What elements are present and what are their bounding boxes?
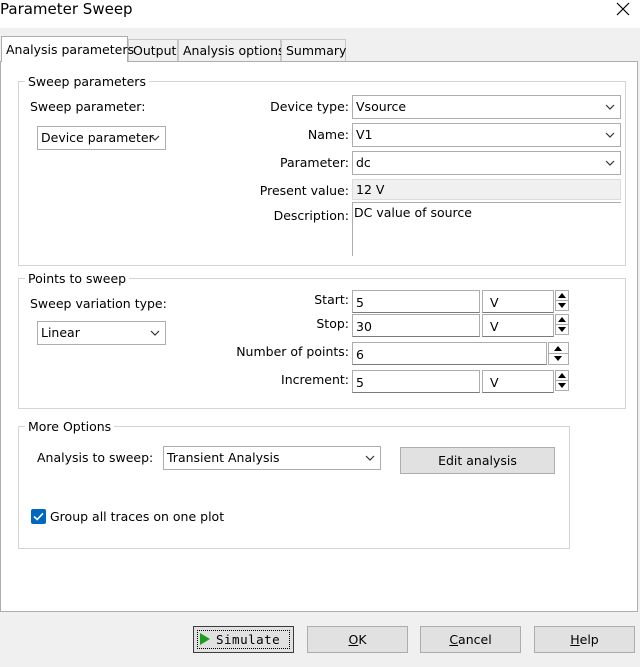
start-unit: V: [490, 295, 499, 310]
stop-value: 30: [356, 319, 372, 334]
sweep-parameter-label: Sweep parameter:: [30, 99, 146, 114]
name-value: V1: [356, 127, 373, 142]
start-input[interactable]: 5: [352, 290, 480, 313]
points-to-sweep-legend: Points to sweep: [28, 271, 127, 286]
arrow-down-icon: [558, 302, 566, 308]
cancel-button[interactable]: Cancel: [420, 626, 521, 653]
stop-label: Stop:: [316, 316, 349, 331]
tab-analysis-options[interactable]: Analysis options: [178, 39, 285, 61]
arrow-up-icon: [558, 373, 566, 378]
ok-label: K: [358, 632, 367, 647]
device-type-label: Device type:: [270, 99, 349, 114]
name-label: Name:: [307, 127, 349, 142]
analysis-to-sweep-label: Analysis to sweep:: [37, 450, 154, 465]
name-select[interactable]: V1: [352, 123, 621, 147]
increment-spinner[interactable]: [555, 370, 569, 391]
chevron-down-icon: [365, 455, 375, 461]
arrow-up-icon: [558, 293, 566, 298]
tab-panel: Sweep parameters Sweep parameter: Device…: [0, 61, 638, 612]
arrow-up-icon: [554, 346, 562, 351]
arrow-down-icon: [558, 326, 566, 332]
play-icon: [200, 633, 210, 645]
tab-output[interactable]: Output: [128, 39, 178, 61]
start-unit-field[interactable]: V: [482, 290, 554, 313]
analysis-to-sweep-value: Transient Analysis: [167, 450, 280, 465]
arrow-down-icon: [558, 382, 566, 388]
chevron-down-icon: [150, 330, 160, 336]
cancel-mnemonic: C: [449, 632, 459, 647]
spin-up-button[interactable]: [556, 315, 568, 325]
num-points-label: Number of points:: [236, 344, 349, 359]
increment-unit: V: [490, 375, 499, 390]
spin-up-button[interactable]: [556, 371, 568, 381]
num-points-spinner[interactable]: [548, 342, 569, 365]
more-options-legend: More Options: [28, 419, 112, 434]
start-value: 5: [356, 295, 364, 310]
sweep-variation-type-value: Linear: [41, 325, 80, 340]
stop-unit-field[interactable]: V: [482, 314, 554, 337]
num-points-input[interactable]: 6: [352, 342, 547, 365]
close-icon[interactable]: [614, 0, 632, 18]
chevron-down-icon: [605, 104, 615, 110]
spin-up-button[interactable]: [556, 291, 568, 301]
increment-label: Increment:: [281, 372, 349, 387]
simulate-button[interactable]: Simulate: [193, 626, 294, 653]
spin-up-button[interactable]: [549, 343, 568, 354]
sweep-parameters-legend: Sweep parameters: [28, 74, 146, 89]
checkmark-icon: [33, 512, 44, 521]
description-value: DC value of source: [354, 205, 472, 220]
description-label: Description:: [273, 208, 349, 223]
spin-down-button[interactable]: [549, 354, 568, 365]
present-value-label: Present value:: [259, 183, 349, 198]
chevron-down-icon: [605, 160, 615, 166]
sweep-parameter-select[interactable]: Device parameter: [37, 126, 166, 150]
cancel-label: ancel: [458, 632, 492, 647]
analysis-to-sweep-select[interactable]: Transient Analysis: [163, 446, 381, 470]
present-value: 12 V: [356, 182, 385, 197]
help-label: elp: [579, 632, 599, 647]
ok-button[interactable]: OK: [307, 626, 408, 653]
stop-spinner[interactable]: [555, 314, 569, 335]
description-field: DC value of source: [352, 202, 621, 256]
chevron-down-icon: [150, 135, 160, 141]
device-type-value: Vsource: [356, 99, 407, 114]
start-spinner[interactable]: [555, 290, 569, 311]
simulate-label: Simulate: [216, 632, 281, 647]
sweep-parameter-value: Device parameter: [41, 130, 154, 145]
parameter-value: dc: [356, 155, 371, 170]
stop-input[interactable]: 30: [352, 314, 480, 337]
help-mnemonic: H: [570, 632, 580, 647]
parameter-select[interactable]: dc: [352, 151, 621, 175]
parameter-label: Parameter:: [279, 155, 349, 170]
more-options-group: More Options: [18, 419, 570, 549]
start-label: Start:: [314, 292, 349, 307]
sweep-variation-type-label: Sweep variation type:: [30, 296, 167, 311]
increment-unit-field[interactable]: V: [482, 370, 554, 393]
spin-down-button[interactable]: [556, 301, 568, 311]
group-traces-checkbox[interactable]: [31, 509, 46, 524]
arrow-up-icon: [558, 317, 566, 322]
increment-value: 5: [356, 375, 364, 390]
spin-down-button[interactable]: [556, 381, 568, 391]
ok-mnemonic: O: [348, 632, 359, 647]
spin-down-button[interactable]: [556, 325, 568, 335]
tab-summary[interactable]: Summary: [281, 39, 346, 61]
help-button[interactable]: Help: [534, 626, 635, 653]
edit-analysis-button[interactable]: Edit analysis: [400, 447, 555, 474]
stop-unit: V: [490, 319, 499, 334]
window-title: Parameter Sweep: [0, 0, 133, 18]
sweep-variation-type-select[interactable]: Linear: [37, 321, 166, 345]
group-traces-label[interactable]: Group all traces on one plot: [50, 509, 224, 525]
device-type-select[interactable]: Vsource: [352, 95, 621, 119]
increment-input[interactable]: 5: [352, 370, 480, 393]
chevron-down-icon: [605, 132, 615, 138]
present-value-field: 12 V: [352, 179, 621, 200]
arrow-down-icon: [554, 355, 562, 361]
num-points-value: 6: [356, 347, 364, 362]
tab-analysis-parameters[interactable]: Analysis parameters: [1, 36, 134, 62]
